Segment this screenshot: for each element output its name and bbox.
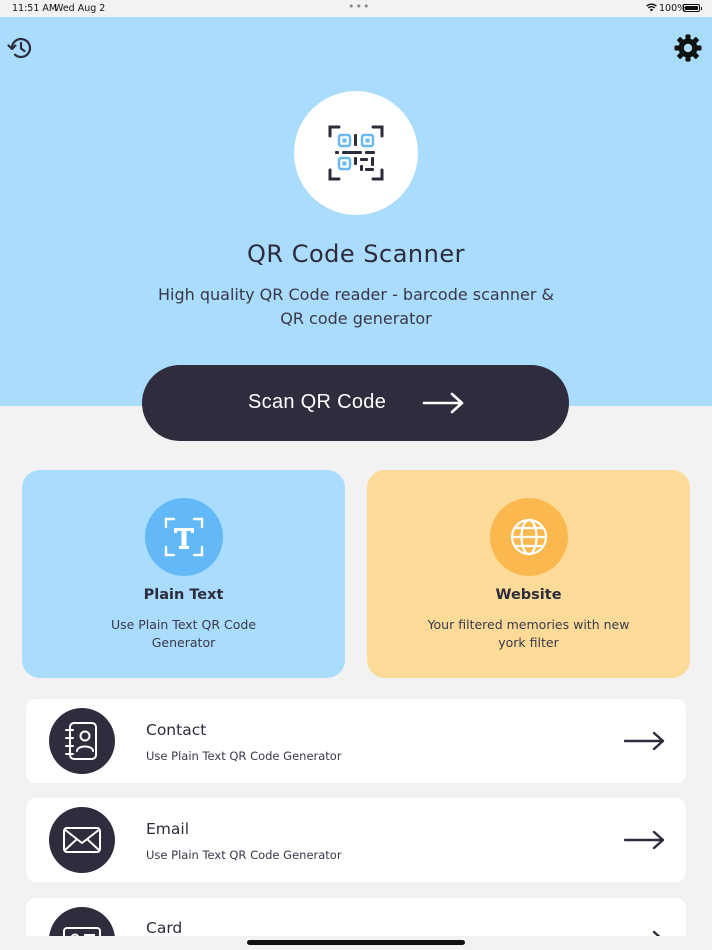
home-indicator[interactable] bbox=[247, 940, 465, 945]
status-bar: 11:51 AM Wed Aug 2 ••• 100% bbox=[0, 0, 712, 17]
plain-text-description: Use Plain Text QR Code Generator bbox=[110, 617, 257, 650]
card-title: Card bbox=[146, 919, 183, 936]
list-item-card[interactable]: Card bbox=[26, 898, 686, 936]
email-title: Email bbox=[146, 820, 190, 838]
gear-icon[interactable] bbox=[673, 33, 703, 63]
list-item-email[interactable]: Email Use Plain Text QR Code Generator bbox=[26, 798, 686, 882]
contact-subtitle: Use Plain Text QR Code Generator bbox=[146, 749, 342, 763]
app-logo bbox=[294, 91, 418, 215]
contact-title: Contact bbox=[146, 721, 207, 739]
contact-icon bbox=[65, 722, 97, 760]
arrow-right-icon bbox=[422, 392, 464, 414]
globe-icon bbox=[510, 518, 548, 556]
status-time: 11:51 AM bbox=[12, 3, 58, 14]
app-subtitle: High quality QR Code reader - barcode sc… bbox=[158, 285, 554, 328]
website-title: Website bbox=[495, 587, 562, 603]
history-icon[interactable] bbox=[6, 33, 36, 63]
website-icon-circle bbox=[490, 498, 568, 576]
contact-icon-circle bbox=[49, 708, 115, 774]
plain-text-title: Plain Text bbox=[143, 587, 224, 603]
text-icon bbox=[164, 517, 204, 557]
arrow-right-icon bbox=[623, 830, 665, 850]
website-card[interactable]: Website Your filtered memories with new … bbox=[367, 470, 690, 678]
status-date: Wed Aug 2 bbox=[54, 3, 106, 14]
battery-icon bbox=[683, 4, 702, 12]
email-icon-circle bbox=[49, 807, 115, 873]
email-subtitle: Use Plain Text QR Code Generator bbox=[146, 848, 342, 862]
scan-qr-code-button[interactable]: Scan QR Code bbox=[142, 365, 569, 441]
multitasking-dots[interactable]: ••• bbox=[348, 0, 370, 13]
scan-button-label: Scan QR Code bbox=[248, 391, 387, 413]
arrow-right-icon bbox=[652, 930, 661, 936]
arrow-right-icon bbox=[623, 731, 665, 751]
mail-icon bbox=[63, 827, 101, 853]
plain-text-card[interactable]: Plain Text Use Plain Text QR Code Genera… bbox=[22, 470, 345, 678]
card-icon bbox=[63, 927, 101, 936]
app-title: QR Code Scanner bbox=[247, 240, 465, 268]
list-item-contact[interactable]: Contact Use Plain Text QR Code Generator bbox=[26, 699, 686, 783]
wifi-icon bbox=[646, 3, 657, 12]
plain-text-icon-circle bbox=[145, 498, 223, 576]
qr-code-icon bbox=[328, 125, 384, 181]
card-icon-circle bbox=[49, 907, 115, 936]
website-description: Your filtered memories with new york fil… bbox=[427, 617, 630, 650]
